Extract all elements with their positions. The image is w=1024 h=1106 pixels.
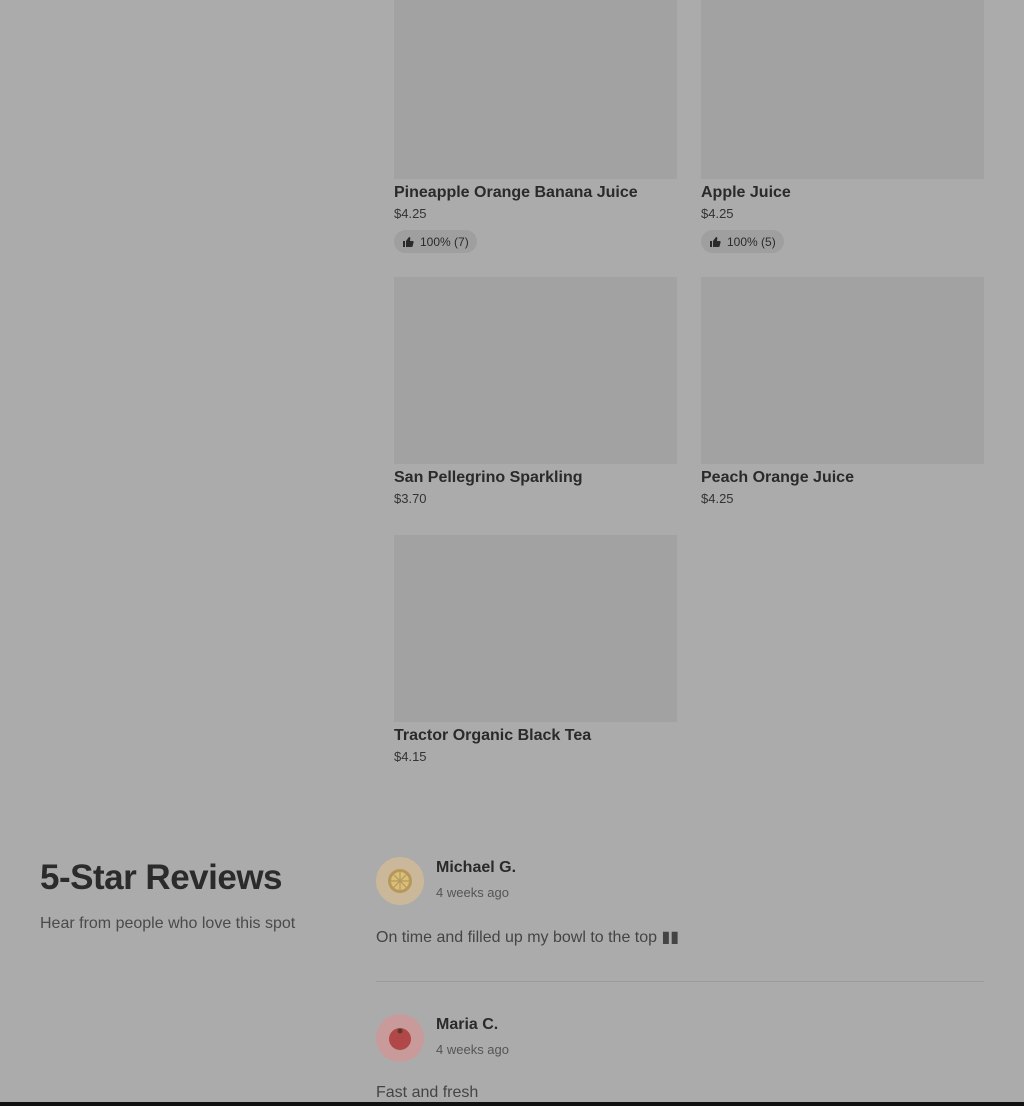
product-card[interactable]: Peach Orange Juice $4.25	[701, 277, 984, 506]
review-text: On time and filled up my bowl to the top…	[376, 929, 680, 946]
avatar	[376, 857, 424, 905]
product-price: $4.25	[701, 491, 734, 506]
review-item: Maria C. 4 weeks ago Fast and fresh	[376, 1014, 984, 1102]
review-divider	[376, 981, 984, 982]
tomato-icon	[389, 1028, 411, 1050]
reviewer-name: Michael G.	[436, 859, 517, 876]
product-image	[701, 0, 984, 179]
product-price: $4.25	[701, 206, 734, 221]
review-time: 4 weeks ago	[436, 885, 509, 900]
thumbs-up-icon	[403, 236, 414, 247]
store-page: Pineapple Orange Banana Juice $4.25 100%…	[0, 0, 1024, 1106]
reviews-subtitle: Hear from people who love this spot	[40, 915, 296, 932]
product-name: Apple Juice	[701, 184, 791, 201]
product-name: San Pellegrino Sparkling	[394, 469, 583, 486]
product-price: $4.15	[394, 749, 427, 764]
product-image	[394, 535, 677, 722]
product-price: $4.25	[394, 206, 427, 221]
product-image	[394, 277, 677, 464]
rating-text: 100% (7)	[420, 234, 469, 249]
rating-badge: 100% (7)	[394, 230, 477, 253]
reviewer-name: Maria C.	[436, 1016, 499, 1033]
review-text: Fast and fresh	[376, 1084, 479, 1101]
bottom-bar	[0, 1102, 1024, 1106]
product-name: Peach Orange Juice	[701, 469, 854, 486]
product-card[interactable]: Apple Juice $4.25 100% (5)	[701, 0, 984, 253]
product-price: $3.70	[394, 491, 427, 506]
rating-text: 100% (5)	[727, 234, 776, 249]
rating-badge: 100% (5)	[701, 230, 784, 253]
product-name: Tractor Organic Black Tea	[394, 727, 592, 744]
product-image	[701, 277, 984, 464]
review-time: 4 weeks ago	[436, 1042, 509, 1057]
reviews-title: 5-Star Reviews	[40, 858, 283, 897]
thumbs-up-icon	[710, 236, 721, 247]
product-image	[394, 0, 677, 179]
product-name: Pineapple Orange Banana Juice	[394, 184, 638, 201]
avatar	[376, 1014, 424, 1062]
review-item: Michael G. 4 weeks ago On time and fille…	[376, 857, 984, 957]
lemon-slice-icon	[388, 869, 412, 893]
product-card[interactable]: Pineapple Orange Banana Juice $4.25 100%…	[394, 0, 677, 253]
product-card[interactable]: San Pellegrino Sparkling $3.70	[394, 277, 677, 506]
product-card[interactable]: Tractor Organic Black Tea $4.15	[394, 535, 677, 764]
